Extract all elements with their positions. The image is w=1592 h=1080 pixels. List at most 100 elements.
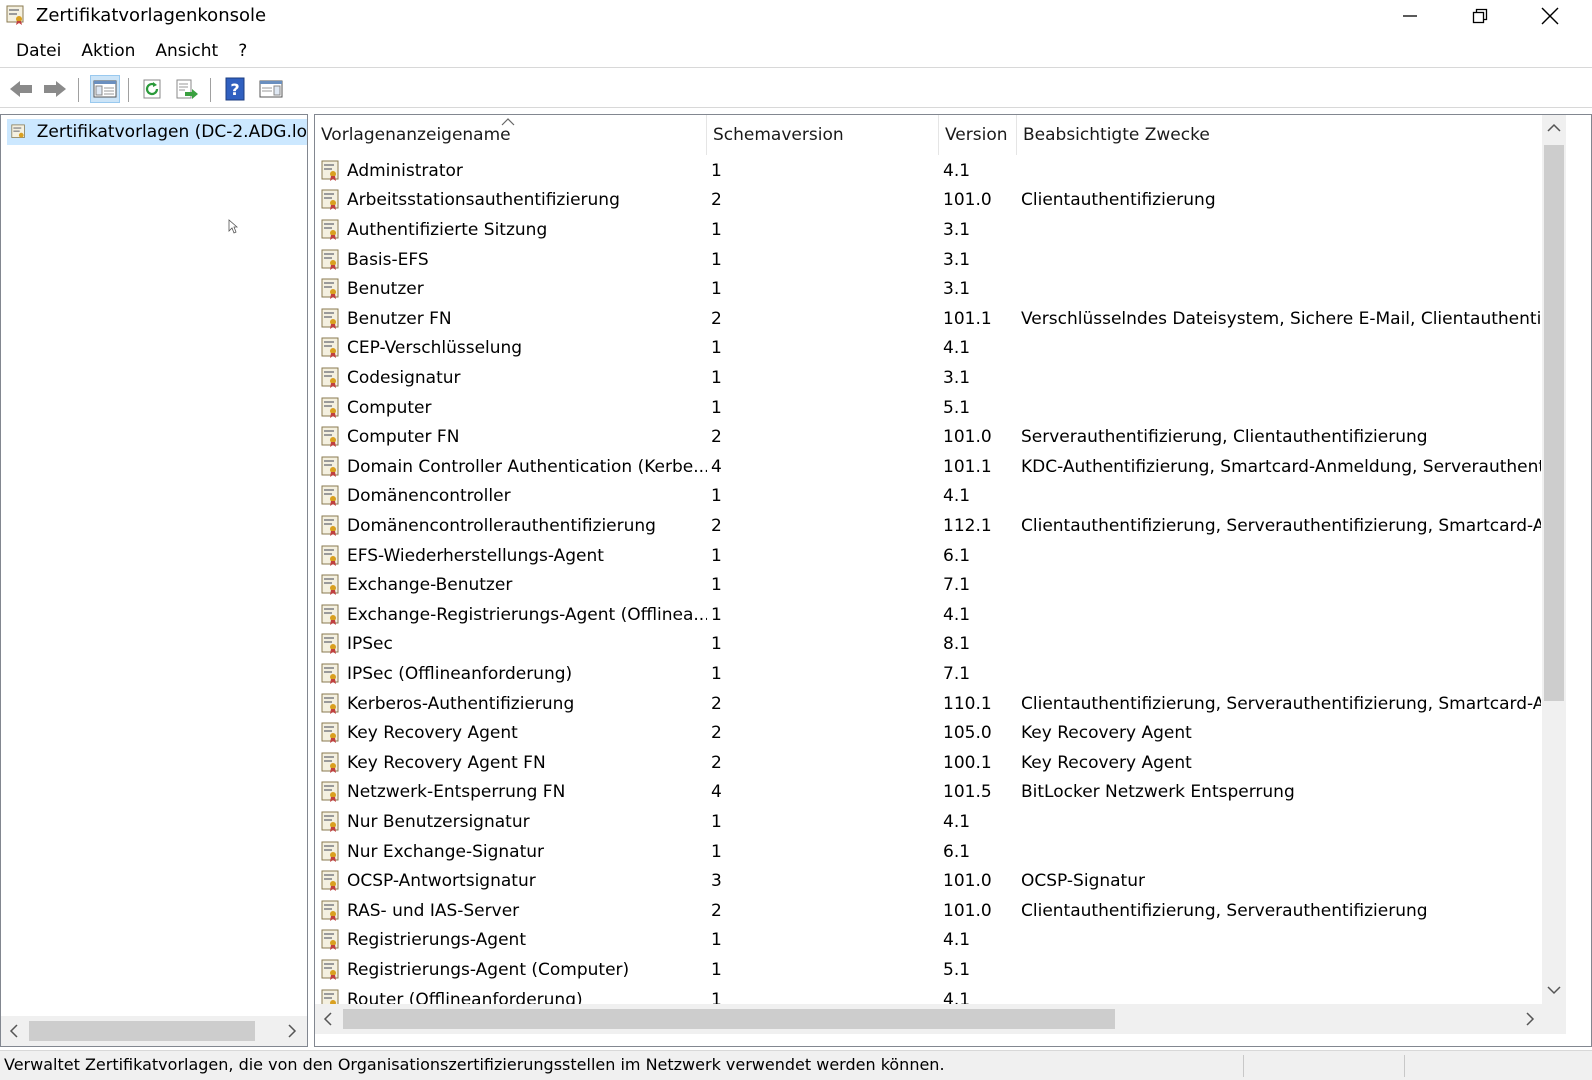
table-row[interactable]: Administrator 1 4.1 bbox=[315, 156, 1565, 186]
certificate-template-icon bbox=[321, 959, 339, 980]
template-name: Netzwerk-Entsperrung FN bbox=[347, 782, 566, 803]
template-name: Arbeitsstationsauthentifizierung bbox=[347, 190, 620, 211]
certificate-template-icon bbox=[321, 485, 339, 507]
menu-ansicht[interactable]: Ansicht bbox=[145, 37, 228, 65]
table-row[interactable]: Benutzer FN 2 101.1 Verschlüsselndes Dateis… bbox=[315, 304, 1565, 334]
intended-purposes-cell: BitLocker Netzwerk Entsperrung bbox=[1021, 782, 1295, 803]
list-vertical-scrollbar[interactable] bbox=[1542, 115, 1566, 1006]
table-row[interactable]: Domänencontrollerauthentifizierung 2 112.1… bbox=[315, 511, 1565, 541]
intended-purposes-cell: Clientauthentifizierung, Serverauthentif… bbox=[1021, 515, 1541, 536]
template-name: Computer bbox=[347, 397, 432, 418]
table-row[interactable]: OCSP-Antwortsignatur 3 101.0 OCSP-Signatur bbox=[315, 866, 1565, 896]
table-row[interactable]: Exchange-Registrierungs-Agent (Offlinea.… bbox=[315, 600, 1565, 630]
table-row[interactable]: Computer 1 5.1 bbox=[315, 393, 1565, 423]
menu-aktion[interactable]: Aktion bbox=[71, 37, 145, 65]
forward-button[interactable] bbox=[40, 75, 70, 103]
refresh-button[interactable] bbox=[138, 75, 168, 103]
table-row[interactable]: Codesignatur 1 3.1 bbox=[315, 363, 1565, 393]
status-text: Verwaltet Zertifikatvorlagen, die von de… bbox=[4, 1055, 945, 1074]
table-row[interactable]: Router (Offlineanforderung) 1 4.1 bbox=[315, 985, 1565, 1006]
table-row[interactable]: CEP-Verschlüsselung 1 4.1 bbox=[315, 334, 1565, 364]
version-cell: 101.1 bbox=[943, 456, 992, 477]
table-row[interactable]: Benutzer 1 3.1 bbox=[315, 274, 1565, 304]
version-cell: 100.1 bbox=[943, 752, 992, 773]
intended-purposes-cell: Key Recovery Agent bbox=[1021, 752, 1192, 773]
minimize-icon bbox=[1403, 15, 1417, 17]
minimize-button[interactable] bbox=[1378, 0, 1442, 32]
table-row[interactable]: Nur Exchange-Signatur 1 6.1 bbox=[315, 837, 1565, 867]
certificate-template-icon bbox=[321, 219, 339, 240]
menu-datei[interactable]: Datei bbox=[6, 37, 71, 65]
template-name-cell: Basis-EFS bbox=[319, 245, 707, 275]
table-row[interactable]: Netzwerk-Entsperrung FN 4 101.5 BitLocker N… bbox=[315, 778, 1565, 808]
chevron-right-icon bbox=[288, 1024, 297, 1038]
column-header-version[interactable]: Version bbox=[939, 115, 1017, 155]
table-row[interactable]: IPSec (Offlineanforderung) 1 7.1 bbox=[315, 659, 1565, 689]
tree-scroll-thumb[interactable] bbox=[29, 1021, 255, 1041]
scroll-down-button[interactable] bbox=[1542, 977, 1566, 1003]
version-cell: 4.1 bbox=[943, 486, 971, 507]
console-tree-pane: Zertifikatvorlagen (DC-2.ADG.lo bbox=[0, 114, 308, 1047]
table-row[interactable]: Registrierungs-Agent 1 4.1 bbox=[315, 926, 1565, 956]
scroll-left-button[interactable] bbox=[1, 1016, 27, 1046]
restore-button[interactable] bbox=[1448, 0, 1512, 32]
table-row[interactable]: Exchange-Benutzer 1 7.1 bbox=[315, 570, 1565, 600]
certificate-templates-console-window: Zertifikatvorlagenkonsole Datei Aktion A… bbox=[0, 0, 1592, 1080]
forward-arrow-icon bbox=[44, 81, 66, 97]
table-row[interactable]: Key Recovery Agent FN 2 100.1 Key Recovery … bbox=[315, 748, 1565, 778]
export-list-button[interactable] bbox=[172, 75, 202, 103]
table-row[interactable]: Key Recovery Agent 2 105.0 Key Recovery Age… bbox=[315, 718, 1565, 748]
menu-bar: Datei Aktion Ansicht ? bbox=[0, 34, 1592, 68]
table-row[interactable]: Basis-EFS 1 3.1 bbox=[315, 245, 1565, 275]
table-row[interactable]: Authentifizierte Sitzung 1 3.1 bbox=[315, 215, 1565, 245]
schema-version-cell: 2 bbox=[711, 900, 722, 921]
column-header-intended-purposes[interactable]: Beabsichtigte Zwecke bbox=[1017, 115, 1542, 155]
certificate-template-icon bbox=[321, 781, 339, 803]
scroll-right-button[interactable] bbox=[1517, 1004, 1543, 1034]
schema-version-cell: 4 bbox=[711, 782, 722, 803]
certificate-template-icon bbox=[321, 160, 339, 181]
table-row[interactable]: Domain Controller Authentication (Kerbe.… bbox=[315, 452, 1565, 482]
table-row[interactable]: RAS- und IAS-Server 2 101.0 Clientauthentif… bbox=[315, 896, 1565, 926]
table-row[interactable]: IPSec 1 8.1 bbox=[315, 630, 1565, 660]
template-name: Registrierungs-Agent bbox=[347, 930, 526, 951]
certificate-template-icon bbox=[321, 870, 339, 892]
tree-horizontal-scrollbar[interactable] bbox=[1, 1016, 307, 1046]
list-horizontal-scroll-thumb[interactable] bbox=[343, 1009, 1115, 1029]
table-row[interactable]: Registrierungs-Agent (Computer) 1 5.1 bbox=[315, 955, 1565, 985]
back-button[interactable] bbox=[6, 75, 36, 103]
template-name-cell: Domänencontroller bbox=[319, 482, 707, 512]
template-name-cell: RAS- und IAS-Server bbox=[319, 896, 707, 926]
table-row[interactable]: Computer FN 2 101.0 Serverauthentifizierung… bbox=[315, 422, 1565, 452]
version-cell: 101.5 bbox=[943, 782, 992, 803]
table-row[interactable]: Domänencontroller 1 4.1 bbox=[315, 482, 1565, 512]
tree-node-certificate-templates[interactable]: Zertifikatvorlagen (DC-2.ADG.lo bbox=[7, 119, 307, 145]
schema-version-cell: 2 bbox=[711, 693, 722, 714]
schema-version-cell: 2 bbox=[711, 308, 722, 329]
schema-version-cell: 1 bbox=[711, 545, 722, 566]
template-name-cell: Nur Exchange-Signatur bbox=[319, 837, 707, 867]
help-button[interactable]: ? bbox=[220, 75, 250, 103]
action-pane-button[interactable] bbox=[256, 75, 286, 103]
template-name: Domänencontrollerauthentifizierung bbox=[347, 515, 656, 536]
show-hide-tree-button[interactable] bbox=[90, 75, 120, 103]
template-name-cell: Benutzer FN bbox=[319, 304, 707, 334]
table-row[interactable]: Nur Benutzersignatur 1 4.1 bbox=[315, 807, 1565, 837]
scroll-right-button[interactable] bbox=[279, 1016, 305, 1046]
table-row[interactable]: Arbeitsstationsauthentifizierung 2 101.0 Cl… bbox=[315, 186, 1565, 216]
schema-version-cell: 1 bbox=[711, 397, 722, 418]
template-name: Key Recovery Agent FN bbox=[347, 752, 546, 773]
scroll-left-button[interactable] bbox=[315, 1004, 341, 1034]
table-row[interactable]: Kerberos-Authentifizierung 2 110.1 Clientau… bbox=[315, 689, 1565, 719]
table-row[interactable]: EFS-Wiederherstellungs-Agent 1 6.1 bbox=[315, 541, 1565, 571]
toolbar-separator bbox=[128, 78, 129, 102]
template-name-cell: Registrierungs-Agent (Computer) bbox=[319, 955, 707, 985]
template-name-cell: Key Recovery Agent FN bbox=[319, 748, 707, 778]
column-header-schema-version[interactable]: Schemaversion bbox=[707, 115, 939, 155]
list-horizontal-scrollbar[interactable] bbox=[315, 1004, 1566, 1034]
scroll-up-button[interactable] bbox=[1542, 115, 1566, 141]
menu-help[interactable]: ? bbox=[228, 37, 257, 65]
close-button[interactable] bbox=[1518, 0, 1582, 32]
certificate-template-icon bbox=[321, 752, 339, 773]
list-vertical-scroll-thumb[interactable] bbox=[1544, 145, 1564, 701]
